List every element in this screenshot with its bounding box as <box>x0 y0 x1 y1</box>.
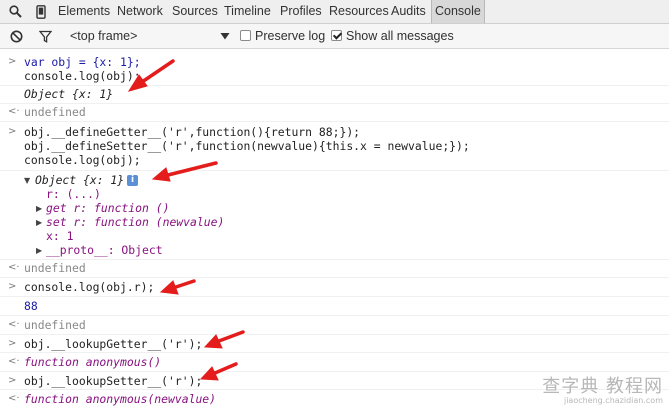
watermark: 查字典 教程网 jiaocheng.chazidian.com <box>542 372 663 405</box>
red-arrow-icon <box>151 161 218 182</box>
red-arrow-icon <box>127 59 175 92</box>
annotation-arrows <box>127 59 245 381</box>
red-arrow-icon <box>159 279 196 295</box>
red-arrow-icon <box>203 330 245 349</box>
watermark-logo-text: 查字典 教程网 <box>542 376 663 397</box>
red-arrow-icon <box>199 362 238 381</box>
